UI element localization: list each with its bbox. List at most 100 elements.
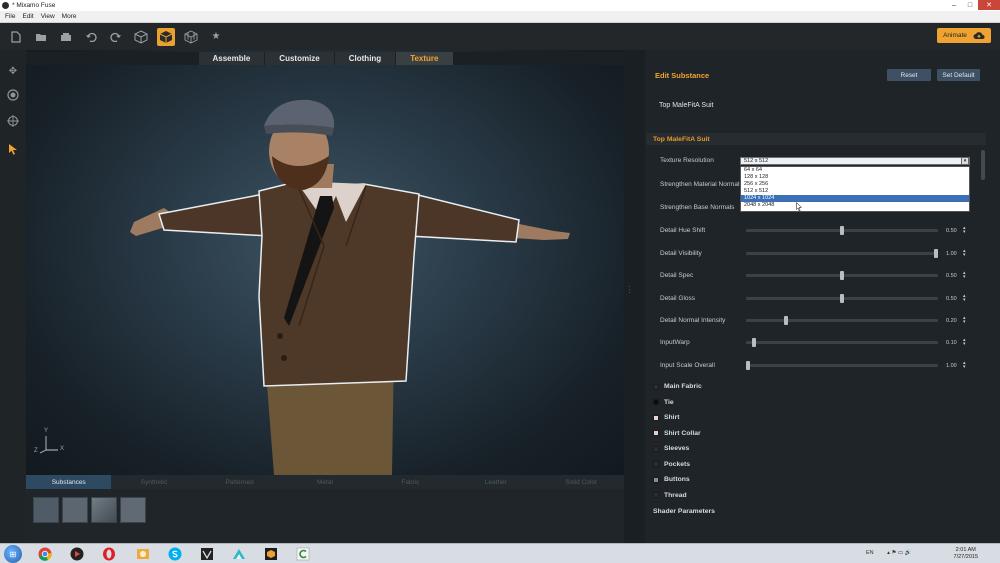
substance-swatch[interactable] — [120, 497, 146, 523]
resolution-option[interactable]: 512 x 512 — [741, 188, 969, 195]
panel-scrollbar[interactable] — [981, 150, 985, 180]
spinner-arrows-icon[interactable]: ▴ ▾ — [963, 249, 966, 258]
reset-button[interactable]: Reset — [887, 69, 931, 81]
param-slider[interactable] — [746, 338, 938, 347]
resolution-option[interactable]: 64 x 64 — [741, 167, 969, 174]
substance-swatch[interactable] — [91, 497, 117, 523]
start-button[interactable]: ⊞ — [4, 545, 22, 563]
tab-clothing[interactable]: Clothing — [334, 52, 396, 65]
tab-fabric[interactable]: Fabric — [368, 475, 453, 489]
param-slider[interactable] — [746, 294, 938, 303]
tab-metal[interactable]: Metal — [282, 475, 367, 489]
select-pointer-icon[interactable] — [6, 142, 20, 156]
spinner-arrows-icon[interactable]: ▴ ▾ — [963, 271, 966, 280]
tab-customize[interactable]: Customize — [265, 52, 334, 65]
undo-icon[interactable] — [82, 28, 100, 46]
open-folder-icon[interactable] — [32, 28, 50, 46]
box-grid-icon[interactable] — [182, 28, 200, 46]
material-slot[interactable]: Thread — [653, 488, 986, 503]
param-slider[interactable] — [746, 271, 938, 280]
resolution-option[interactable]: 2048 x 2048 — [741, 202, 969, 209]
resolution-option[interactable]: 256 x 256 — [741, 181, 969, 188]
slider-thumb[interactable] — [934, 249, 938, 258]
param-value[interactable]: 0.50 — [946, 273, 957, 279]
slider-thumb[interactable] — [783, 316, 788, 325]
param-value[interactable]: 0.50 — [946, 228, 957, 234]
spinner-arrows-icon[interactable]: ▴ ▾ — [963, 316, 966, 325]
cube-app-icon[interactable] — [259, 545, 283, 563]
slider-thumb[interactable] — [746, 361, 750, 370]
close-button[interactable]: ✕ — [978, 0, 1000, 10]
param-slider[interactable] — [746, 226, 938, 235]
opera-icon[interactable] — [97, 545, 121, 563]
resolution-option-highlighted[interactable]: 1024 x 1024 — [741, 195, 969, 202]
menu-edit[interactable]: Edit — [22, 13, 33, 20]
spinner-arrows-icon[interactable]: ▴ ▾ — [963, 294, 966, 303]
param-value[interactable]: 0.10 — [946, 340, 957, 346]
vectorworks-icon[interactable] — [195, 545, 219, 563]
star-icon[interactable]: ★ — [207, 28, 225, 46]
menu-file[interactable]: File — [5, 13, 15, 20]
media-player-icon[interactable] — [65, 545, 89, 563]
param-label: Detail Gloss — [660, 295, 696, 302]
slider-thumb[interactable] — [840, 226, 844, 235]
material-slot[interactable]: Sleeves — [653, 441, 986, 456]
redo-icon[interactable] — [107, 28, 125, 46]
param-slider[interactable] — [746, 249, 938, 258]
material-slot[interactable]: Buttons — [653, 472, 986, 487]
param-value[interactable]: 1.00 — [946, 251, 957, 257]
material-slot[interactable]: Shirt — [653, 410, 986, 425]
spinner-arrows-icon[interactable]: ▴ ▾ — [963, 226, 966, 235]
slider-thumb[interactable] — [840, 294, 844, 303]
crosshair-icon[interactable] — [6, 114, 20, 128]
photo-viewer-icon[interactable] — [131, 545, 155, 563]
tray-icons[interactable]: ▴ ⚑ ▭ 🔊 — [887, 550, 911, 556]
tab-leather[interactable]: Leather — [453, 475, 538, 489]
tab-patterned[interactable]: Patterned — [197, 475, 282, 489]
minimize-button[interactable]: – — [946, 0, 962, 10]
param-value[interactable]: 1.00 — [946, 363, 957, 369]
new-file-icon[interactable] — [7, 28, 25, 46]
set-default-button[interactable]: Set Default — [937, 69, 980, 81]
shader-parameters-header[interactable]: Shader Parameters — [653, 508, 715, 515]
material-slot[interactable]: Tie — [653, 395, 986, 410]
language-indicator[interactable]: EN — [866, 550, 874, 556]
maximize-button[interactable]: □ — [962, 0, 978, 10]
param-value[interactable]: 0.20 — [946, 318, 957, 324]
character-model[interactable] — [124, 96, 574, 475]
tab-assemble[interactable]: Assemble — [198, 52, 265, 65]
tab-substances[interactable]: Substances — [26, 475, 112, 489]
tab-texture[interactable]: Texture — [396, 52, 453, 65]
param-slider[interactable] — [746, 361, 938, 370]
save-icon[interactable] — [57, 28, 75, 46]
system-clock[interactable]: 2:01 AM 7/27/2015 — [954, 547, 978, 561]
chrome-icon[interactable] — [33, 545, 57, 563]
menu-view[interactable]: View — [41, 13, 55, 20]
resolution-option[interactable]: 128 x 128 — [741, 174, 969, 181]
section-header[interactable]: Top MaleFitA Suit — [646, 133, 986, 145]
spinner-arrows-icon[interactable]: ▴ ▾ — [963, 338, 966, 347]
menu-more[interactable]: More — [62, 13, 77, 20]
material-slot[interactable]: Shirt Collar — [653, 426, 986, 441]
tab-solid-color[interactable]: Solid Color — [539, 475, 624, 489]
param-slider[interactable] — [746, 316, 938, 325]
box-outline-icon[interactable] — [132, 28, 150, 46]
slider-thumb[interactable] — [840, 271, 844, 280]
material-slot[interactable]: Main Fabric — [653, 379, 986, 394]
skype-icon[interactable] — [163, 545, 187, 563]
substance-swatch[interactable] — [33, 497, 59, 523]
mixamo-icon[interactable] — [227, 545, 251, 563]
spinner-arrows-icon[interactable]: ▴ ▾ — [963, 361, 966, 370]
texture-resolution-select[interactable]: 512 x 512 ▾ — [740, 157, 970, 165]
slider-thumb[interactable] — [751, 338, 756, 347]
substance-swatch[interactable] — [62, 497, 88, 523]
chevron-down-icon[interactable]: ▾ — [961, 157, 969, 165]
box-active-icon[interactable] — [157, 27, 175, 46]
material-slot[interactable]: Pockets — [653, 457, 986, 472]
animate-button[interactable]: Animate — [937, 28, 991, 43]
c-app-icon[interactable] — [291, 545, 315, 563]
sphere-icon[interactable] — [6, 88, 20, 102]
tab-synthetic[interactable]: Synthetic — [111, 475, 196, 489]
param-value[interactable]: 0.50 — [946, 296, 957, 302]
move-arrows-icon[interactable]: ✥ — [6, 64, 20, 78]
